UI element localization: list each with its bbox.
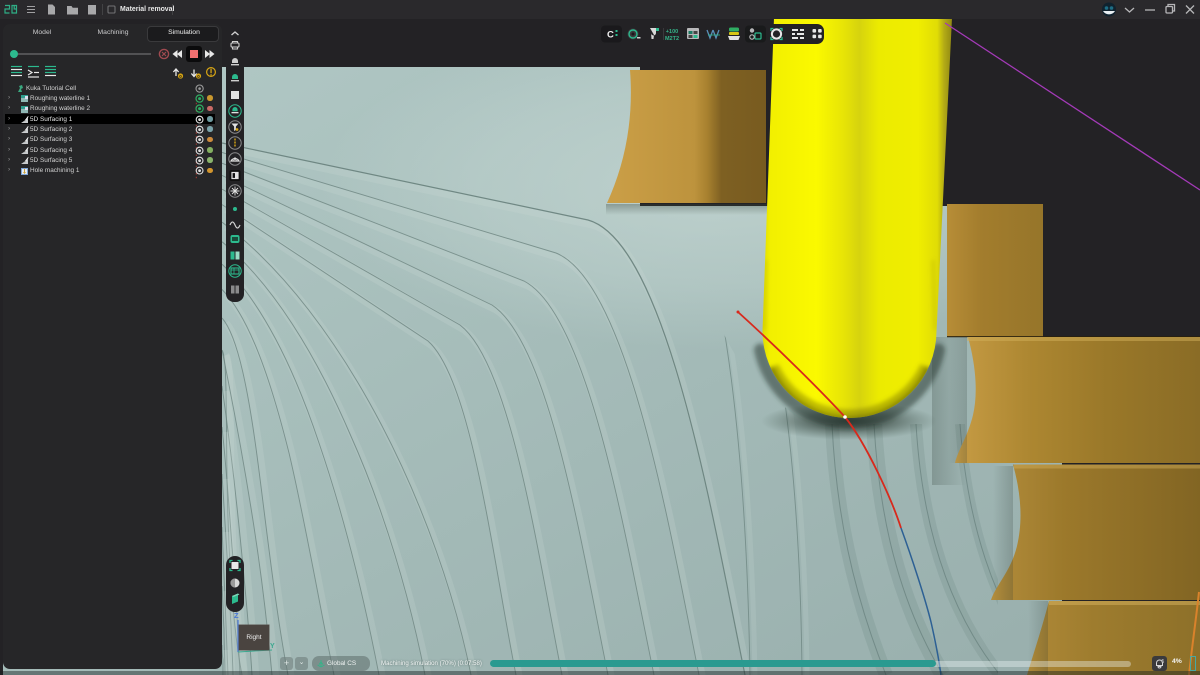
svg-text:A: A [233, 158, 237, 164]
svg-text:+100: +100 [666, 29, 678, 35]
svg-text:5: 5 [1162, 659, 1165, 665]
svg-text:C: C [607, 30, 614, 41]
svg-text:M2T2: M2T2 [665, 36, 679, 42]
